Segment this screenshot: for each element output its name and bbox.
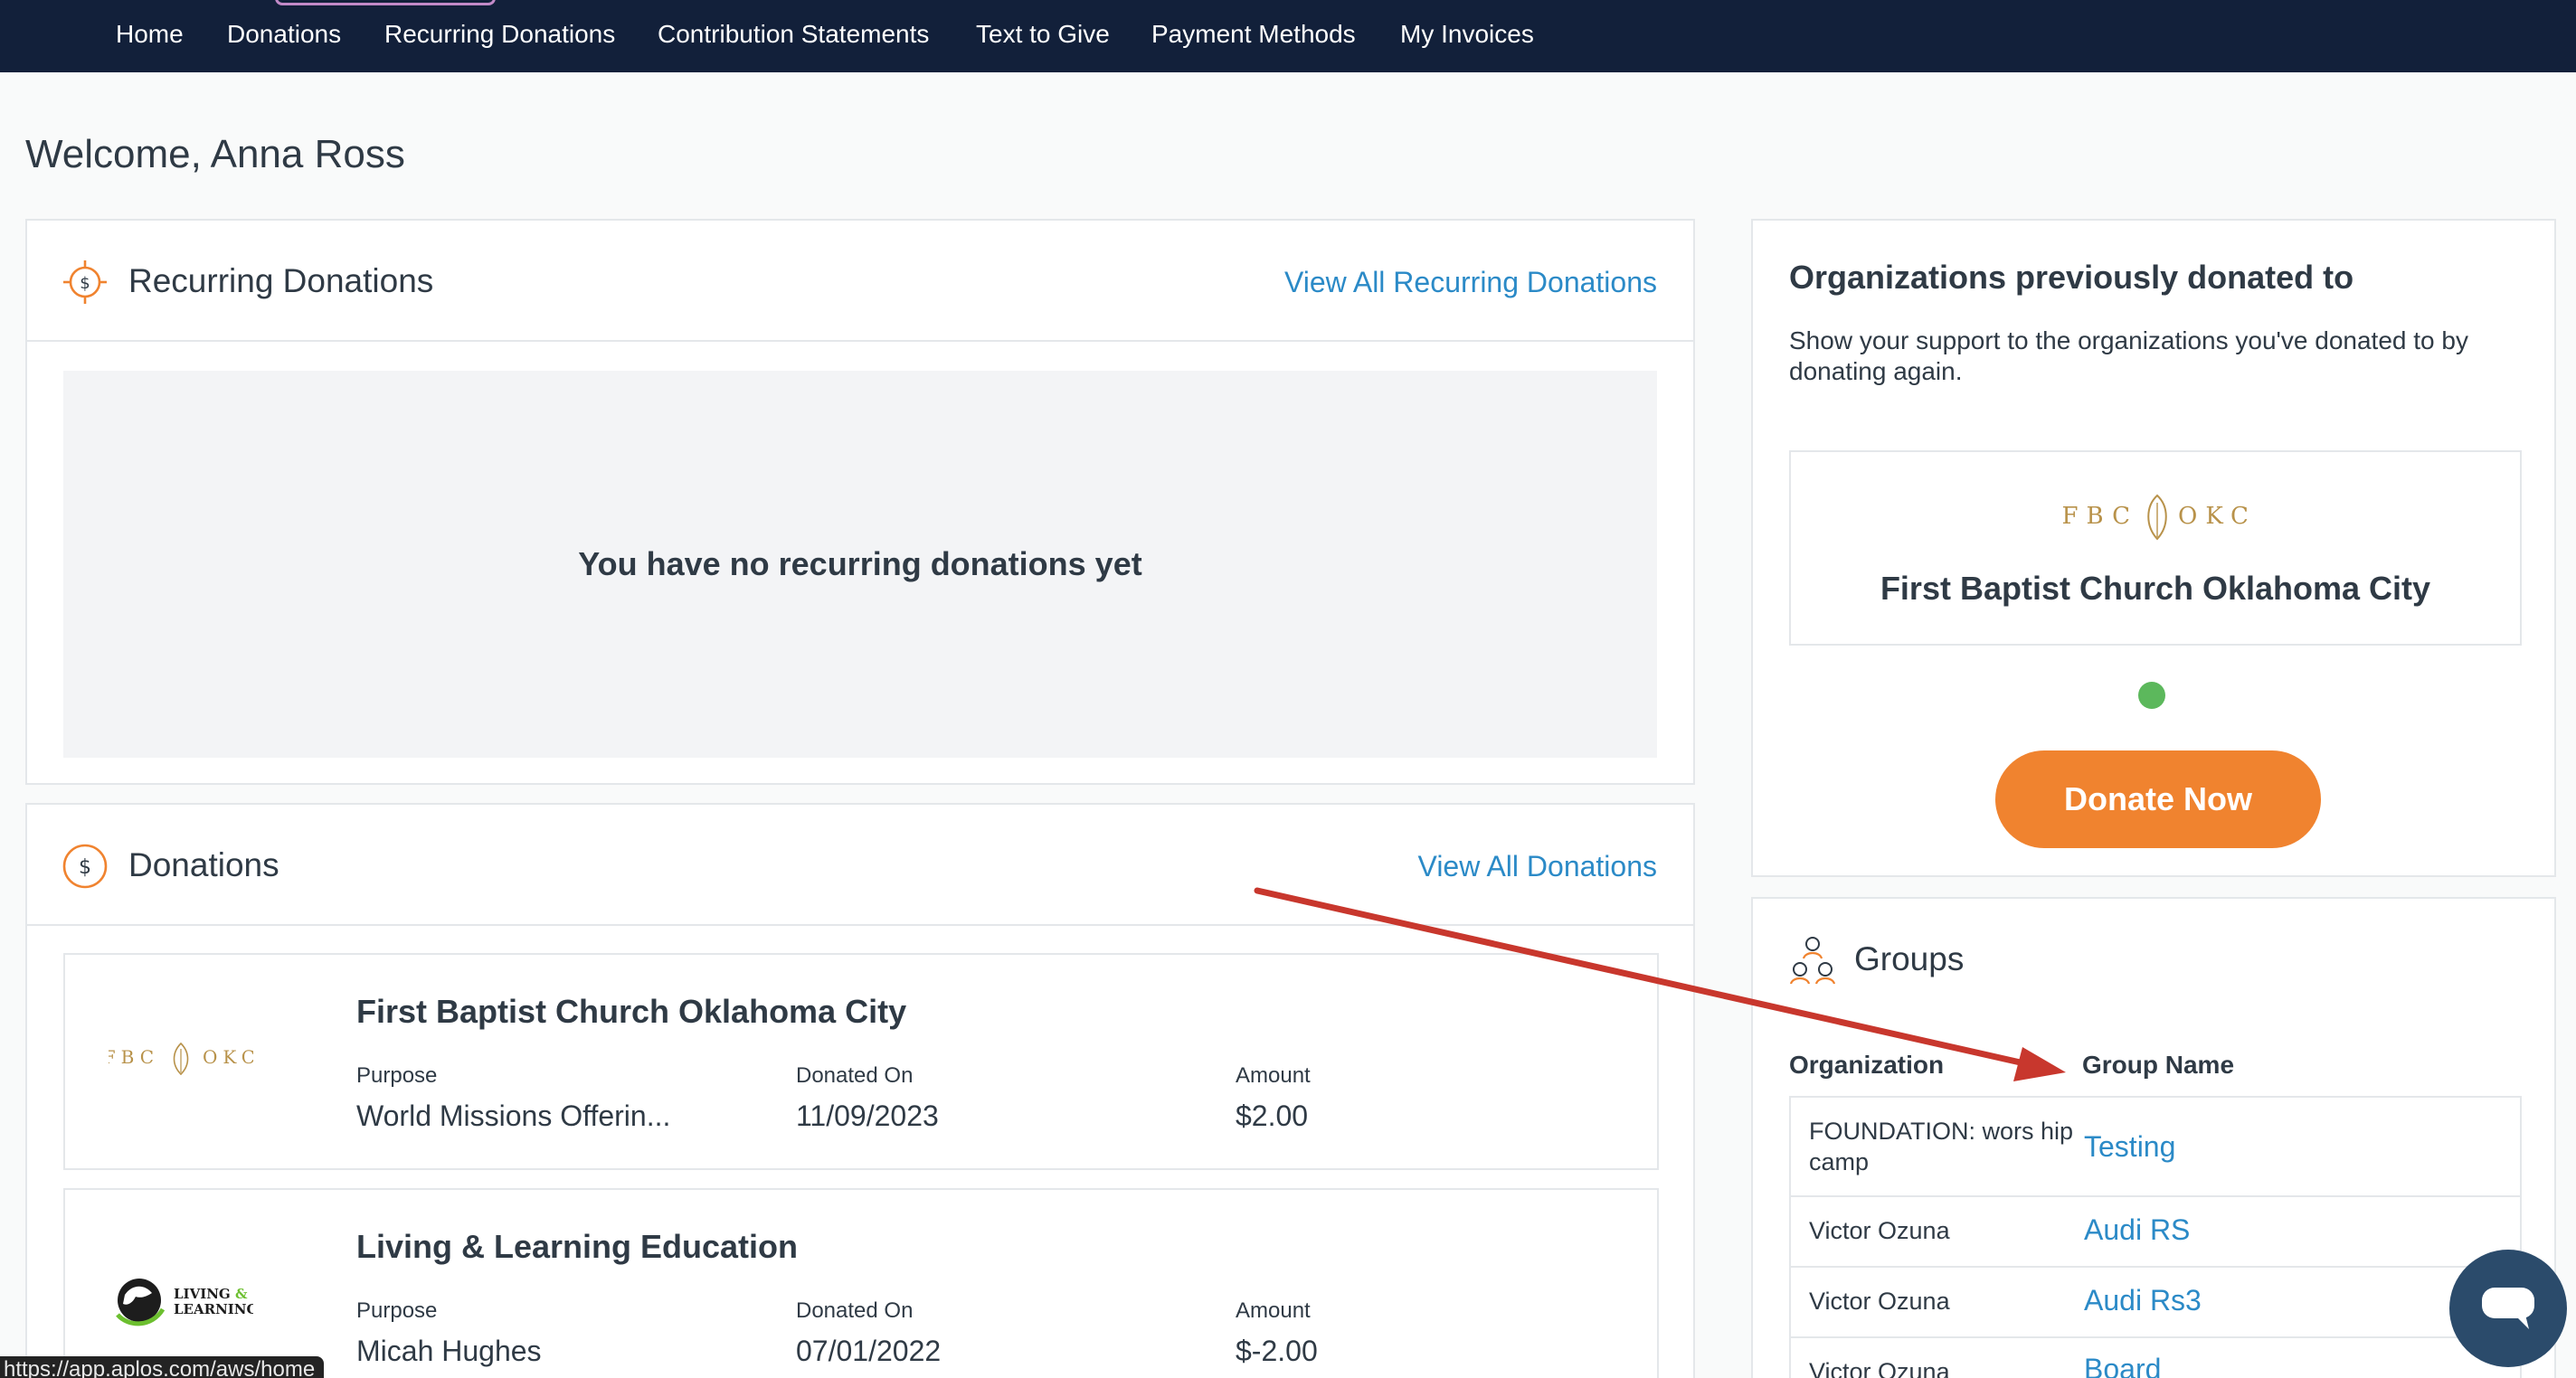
donations-card: $ Donations View All Donations FBC OKC F… xyxy=(25,803,1695,1378)
table-row: Victor Ozuna Audi RS xyxy=(1791,1197,2520,1268)
recurring-empty-state: You have no recurring donations yet xyxy=(63,371,1657,758)
view-all-recurring-link[interactable]: View All Recurring Donations xyxy=(1284,266,1657,299)
top-navigation: Home Donations Recurring Donations Contr… xyxy=(0,0,2576,72)
purpose-label: Purpose xyxy=(356,1298,438,1323)
donation-purpose: Purpose Micah Hughes xyxy=(356,1298,542,1368)
svg-text:LEARNING: LEARNING xyxy=(174,1301,253,1317)
nav-home[interactable]: Home xyxy=(116,20,184,49)
organization-tile[interactable]: FBC OKC First Baptist Church Oklahoma Ci… xyxy=(1789,450,2522,646)
svg-text:FBC: FBC xyxy=(109,1046,159,1068)
nav-payment-methods[interactable]: Payment Methods xyxy=(1151,20,1356,49)
group-name-link[interactable]: Testing xyxy=(2084,1130,2175,1164)
donation-amount: Amount $-2.00 xyxy=(1236,1298,1318,1368)
recurring-card-header: $ Recurring Donations View All Recurring… xyxy=(27,221,1693,342)
organizations-title: Organizations previously donated to xyxy=(1789,259,2354,296)
recurring-dollar-icon: $ xyxy=(63,260,107,304)
chat-bubble-icon xyxy=(2482,1288,2534,1329)
amount-label: Amount xyxy=(1236,1298,1311,1323)
nav-donations[interactable]: Donations xyxy=(227,20,341,49)
organizations-card: Organizations previously donated to Show… xyxy=(1751,219,2556,877)
organization-tile-name: First Baptist Church Oklahoma City xyxy=(1880,570,2431,607)
table-row: Victor Ozuna Audi Rs3 xyxy=(1791,1268,2520,1338)
donation-org-name: Living & Learning Education xyxy=(356,1228,799,1265)
svg-text:OKC: OKC xyxy=(2178,503,2252,530)
groups-table: FOUNDATION: wors hip camp Testing Victor… xyxy=(1789,1096,2522,1378)
groups-card: Groups Organization Group Name FOUNDATIO… xyxy=(1751,897,2556,1378)
recurring-card-title: Recurring Donations xyxy=(128,262,434,299)
donated-on-label: Donated On xyxy=(796,1298,914,1323)
donated-on-value: 07/01/2022 xyxy=(796,1335,942,1367)
nav-recurring-donations[interactable]: Recurring Donations xyxy=(384,20,615,49)
column-header-group-name: Group Name xyxy=(2082,1051,2235,1079)
table-row: Victor Ozuna Board xyxy=(1791,1338,2520,1378)
svg-text:LIVING: LIVING xyxy=(174,1286,231,1302)
group-org-cell: Victor Ozuna xyxy=(1809,1217,1950,1244)
living-learning-logo: LIVING & LEARNING xyxy=(116,1279,253,1326)
donation-item[interactable]: LIVING & LEARNING Living & Learning Educ… xyxy=(63,1188,1659,1378)
donate-now-button[interactable]: Donate Now xyxy=(1995,750,2321,848)
active-tab-indicator xyxy=(275,0,496,5)
dollar-circle-icon: $ xyxy=(62,844,108,889)
amount-value: $-2.00 xyxy=(1236,1335,1318,1367)
groups-title: Groups xyxy=(1854,940,1965,977)
column-header-organization: Organization xyxy=(1789,1051,1945,1079)
chat-launcher-button[interactable] xyxy=(2449,1250,2567,1367)
purpose-value: Micah Hughes xyxy=(356,1335,542,1367)
svg-text:FBC: FBC xyxy=(2062,503,2138,530)
donation-amount: Amount $2.00 xyxy=(1236,1063,1311,1133)
donated-on-value: 11/09/2023 xyxy=(796,1100,939,1132)
carousel-indicator-dot[interactable] xyxy=(2138,682,2165,709)
group-name-link[interactable]: Board xyxy=(2084,1353,2161,1378)
welcome-heading: Welcome, Anna Ross xyxy=(25,132,405,176)
purpose-value: World Missions Offerin... xyxy=(356,1100,671,1132)
recurring-empty-message: You have no recurring donations yet xyxy=(578,545,1142,582)
purpose-label: Purpose xyxy=(356,1063,438,1088)
donation-date: Donated On 11/09/2023 xyxy=(796,1063,939,1133)
group-name-link[interactable]: Audi RS xyxy=(2084,1213,2190,1247)
donation-purpose: Purpose World Missions Offerin... xyxy=(356,1063,670,1133)
recurring-donations-card: $ Recurring Donations View All Recurring… xyxy=(25,219,1695,785)
nav-my-invoices[interactable]: My Invoices xyxy=(1400,20,1534,49)
amount-label: Amount xyxy=(1236,1063,1311,1088)
svg-text:&: & xyxy=(235,1286,248,1302)
group-org-cell: Victor Ozuna xyxy=(1809,1288,1950,1315)
amount-value: $2.00 xyxy=(1236,1100,1309,1132)
donation-item[interactable]: FBC OKC First Baptist Church Oklahoma Ci… xyxy=(63,953,1659,1170)
donations-card-header: $ Donations View All Donations xyxy=(27,805,1693,926)
fbcokc-logo: FBC OKC xyxy=(2062,494,2252,541)
svg-text:OKC: OKC xyxy=(203,1046,253,1068)
svg-text:$: $ xyxy=(80,274,90,293)
donations-card-title: Donations xyxy=(128,846,279,883)
donation-date: Donated On 07/01/2022 xyxy=(796,1298,941,1368)
donated-on-label: Donated On xyxy=(796,1063,914,1088)
table-row: FOUNDATION: wors hip camp Testing xyxy=(1791,1098,2520,1197)
organizations-description: Show your support to the organizations y… xyxy=(1789,326,2468,385)
groups-people-icon xyxy=(1789,937,1836,985)
view-all-donations-link[interactable]: View All Donations xyxy=(1418,850,1657,883)
nav-text-to-give[interactable]: Text to Give xyxy=(976,20,1110,49)
status-bar-url: https://app.aplos.com/aws/home xyxy=(0,1356,325,1378)
group-org-cell: FOUNDATION: wors hip camp xyxy=(1809,1118,2074,1175)
group-name-link[interactable]: Audi Rs3 xyxy=(2084,1284,2202,1317)
fbcokc-logo: FBC OKC xyxy=(109,1042,253,1076)
donation-org-name: First Baptist Church Oklahoma City xyxy=(356,993,907,1030)
nav-contribution-statements[interactable]: Contribution Statements xyxy=(658,20,929,49)
svg-text:$: $ xyxy=(79,856,91,879)
group-org-cell: Victor Ozuna xyxy=(1809,1358,1950,1378)
